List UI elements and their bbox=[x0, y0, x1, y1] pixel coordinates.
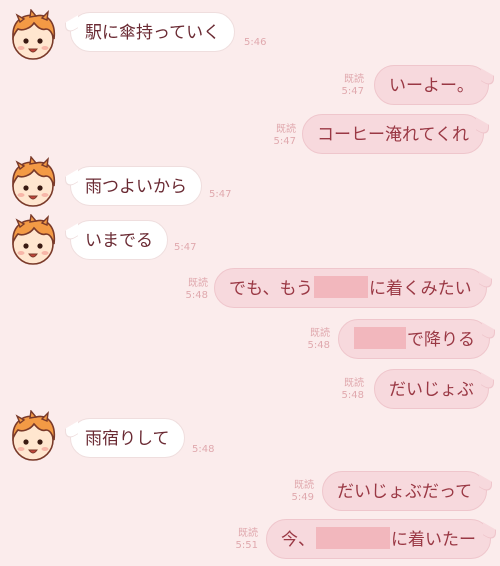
message-text: 駅に傘持っていく bbox=[85, 23, 221, 43]
message-row: 既読 5:47 いーよー。 bbox=[0, 64, 500, 108]
read-receipt: 既読 5:51 bbox=[235, 528, 258, 551]
message-text: 今、 bbox=[281, 530, 315, 550]
read-receipt: 既読 5:47 bbox=[341, 74, 364, 97]
redacted-text bbox=[354, 327, 406, 349]
read-receipt: 既読 5:48 bbox=[307, 328, 330, 351]
message-text: 雨宿りして bbox=[85, 429, 170, 449]
message-row: 既読 5:48 で降りる bbox=[0, 318, 500, 362]
message-bubble-incoming[interactable]: 駅に傘持っていく bbox=[70, 12, 236, 52]
message-text: いーよー。 bbox=[389, 76, 474, 96]
message-row: 既読 5:48 でも、もう に着くみたい bbox=[0, 266, 500, 310]
avatar[interactable] bbox=[6, 9, 60, 63]
message-bubble-incoming[interactable]: 雨宿りして bbox=[70, 418, 185, 458]
message-bubble-outgoing[interactable]: 今、 に着いたー bbox=[266, 519, 491, 559]
message-row: 既読 5:49 だいじょぶだって bbox=[0, 470, 500, 514]
message-row: 雨つよいから 5:47 bbox=[0, 156, 500, 216]
avatar[interactable] bbox=[6, 410, 60, 464]
message-row: 雨宿りして 5:48 bbox=[0, 408, 500, 468]
message-text: に着いたー bbox=[391, 530, 476, 550]
message-bubble-outgoing[interactable]: でも、もう に着くみたい bbox=[214, 268, 487, 308]
message-row: 既読 5:48 だいじょぶ bbox=[0, 368, 500, 412]
message-bubble-outgoing[interactable]: いーよー。 bbox=[374, 65, 489, 105]
read-receipt: 既読 5:47 bbox=[273, 124, 296, 147]
message-time: 5:48 bbox=[192, 444, 215, 455]
message-text: 雨つよいから bbox=[85, 177, 187, 197]
message-text: に着くみたい bbox=[368, 279, 472, 299]
message-bubble-incoming[interactable]: 雨つよいから bbox=[70, 166, 202, 206]
avatar[interactable] bbox=[6, 156, 60, 210]
message-row: 駅に傘持っていく 5:46 bbox=[0, 9, 500, 63]
chat-thread: 駅に傘持っていく 5:46 既読 5:47 いーよー。 既読 5:47 コーヒー… bbox=[0, 0, 500, 566]
message-text: でも、もう bbox=[229, 279, 313, 299]
message-text: だいじょぶだって bbox=[337, 482, 473, 502]
message-bubble-outgoing[interactable]: だいじょぶだって bbox=[322, 471, 488, 511]
redacted-text bbox=[316, 527, 390, 549]
read-receipt: 既読 5:48 bbox=[341, 378, 364, 401]
message-bubble-outgoing[interactable]: だいじょぶ bbox=[374, 369, 489, 409]
message-row: 既読 5:51 今、 に着いたー bbox=[0, 518, 500, 562]
message-text: で降りる bbox=[407, 330, 475, 350]
message-time: 5:47 bbox=[209, 189, 232, 200]
redacted-text bbox=[313, 276, 368, 298]
message-row: 既読 5:47 コーヒー淹れてくれ bbox=[0, 114, 500, 158]
read-receipt: 既読 5:48 bbox=[185, 278, 208, 301]
message-row: いまでる 5:47 bbox=[0, 214, 500, 274]
message-bubble-outgoing[interactable]: コーヒー淹れてくれ bbox=[302, 114, 484, 154]
message-bubble-incoming[interactable]: いまでる bbox=[70, 220, 168, 260]
message-text: だいじょぶ bbox=[389, 380, 474, 400]
read-receipt: 既読 5:49 bbox=[291, 480, 314, 503]
avatar[interactable] bbox=[6, 214, 60, 268]
message-text: コーヒー淹れてくれ bbox=[317, 125, 469, 145]
message-bubble-outgoing[interactable]: で降りる bbox=[338, 319, 490, 359]
message-time: 5:47 bbox=[174, 242, 197, 253]
message-time: 5:46 bbox=[244, 37, 267, 48]
message-text: いまでる bbox=[85, 231, 153, 251]
